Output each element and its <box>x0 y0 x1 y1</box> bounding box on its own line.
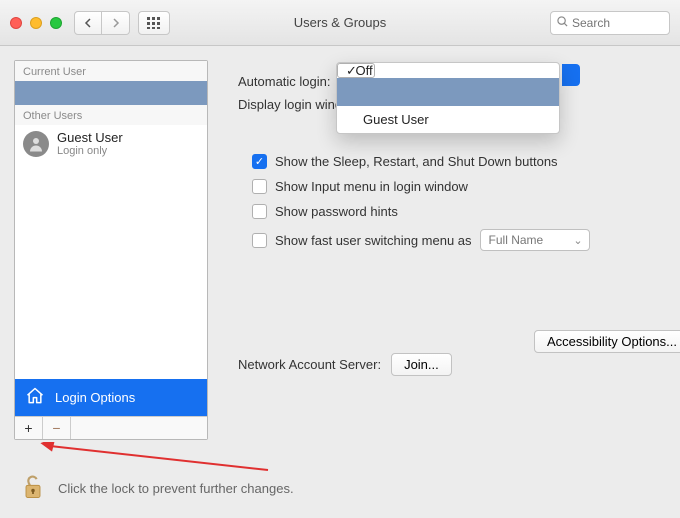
checkbox-show-sleep[interactable]: ✓ <box>252 154 267 169</box>
user-name-label: Guest User <box>57 130 123 145</box>
nav-group <box>74 11 130 35</box>
user-list: Current User Other Users Guest User Logi… <box>15 61 207 379</box>
network-server-label: Network Account Server: <box>238 357 381 372</box>
dropdown-option-guest[interactable]: Guest User <box>337 106 559 133</box>
fast-switching-select[interactable]: Full Name <box>480 229 590 251</box>
add-user-button[interactable]: + <box>15 417 43 439</box>
checkbox-fast-switching[interactable] <box>252 233 267 248</box>
fast-switching-label: Show fast user switching menu as <box>275 233 472 248</box>
fast-switching-value: Full Name <box>489 233 544 247</box>
user-row-guest[interactable]: Guest User Login only <box>15 125 207 162</box>
show-input-label: Show Input menu in login window <box>275 179 468 194</box>
zoom-window-button[interactable] <box>50 17 62 29</box>
accessibility-options-button[interactable]: Accessibility Options... <box>534 330 680 353</box>
checkbox-show-input[interactable] <box>252 179 267 194</box>
automatic-login-dropdown[interactable]: Off Guest User <box>336 62 560 134</box>
window-controls <box>10 17 62 29</box>
dropdown-option-highlight[interactable] <box>337 78 559 106</box>
search-input[interactable] <box>572 16 662 30</box>
titlebar: Users & Groups <box>0 0 680 46</box>
current-user-header: Current User <box>15 61 207 81</box>
remove-user-button[interactable]: − <box>43 417 71 439</box>
search-icon <box>557 16 568 30</box>
user-sidebar: Current User Other Users Guest User Logi… <box>14 60 208 440</box>
show-sleep-label: Show the Sleep, Restart, and Shut Down b… <box>275 154 558 169</box>
minimize-window-button[interactable] <box>30 17 42 29</box>
show-all-button[interactable] <box>138 11 170 35</box>
checkbox-show-hints[interactable] <box>252 204 267 219</box>
lock-text: Click the lock to prevent further change… <box>58 481 294 496</box>
automatic-login-select-endcap[interactable] <box>562 64 580 86</box>
user-sub-label: Login only <box>57 145 123 157</box>
sidebar-buttons: + − <box>15 416 207 439</box>
house-icon <box>25 386 45 409</box>
fast-switching-row[interactable]: Show fast user switching menu as Full Na… <box>252 229 654 251</box>
other-users-header: Other Users <box>15 105 207 125</box>
show-input-row[interactable]: Show Input menu in login window <box>252 179 654 194</box>
lock-row: Click the lock to prevent further change… <box>22 473 294 504</box>
show-sleep-row[interactable]: ✓ Show the Sleep, Restart, and Shut Down… <box>252 154 654 169</box>
avatar-icon <box>23 131 49 157</box>
search-field[interactable] <box>550 11 670 35</box>
close-window-button[interactable] <box>10 17 22 29</box>
automatic-login-label: Automatic login: <box>238 74 331 89</box>
show-hints-row[interactable]: Show password hints <box>252 204 654 219</box>
current-user-row[interactable] <box>15 81 207 105</box>
login-options-row[interactable]: Login Options <box>15 379 207 416</box>
back-button[interactable] <box>74 11 102 35</box>
join-button[interactable]: Join... <box>391 353 452 376</box>
show-hints-label: Show password hints <box>275 204 398 219</box>
login-options-label: Login Options <box>55 390 135 405</box>
dropdown-option-off[interactable]: Off <box>337 63 375 78</box>
lock-icon[interactable] <box>22 473 44 504</box>
forward-button[interactable] <box>102 11 130 35</box>
